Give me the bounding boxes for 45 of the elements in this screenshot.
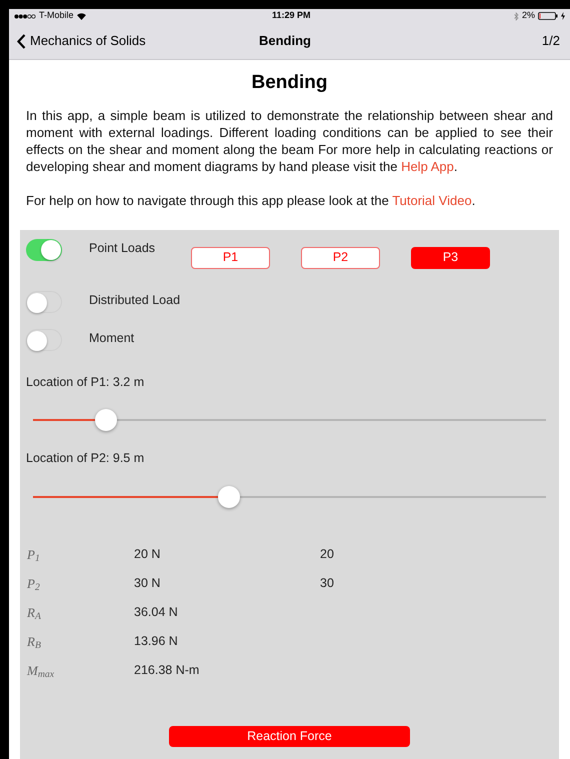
description-paragraph: For help on how to navigate through this app please look at the Tutorial Video. xyxy=(26,192,476,208)
slider-label: Location of P1: 3.2 m xyxy=(26,374,146,390)
math-symbol: R$_{B}$ xyxy=(26,632,42,652)
result-value: 36.04 N xyxy=(134,604,179,622)
back-button[interactable]: Mechanics of Solids xyxy=(17,31,146,51)
toggle-label: Moment xyxy=(89,330,134,346)
toggle-label: Distributed Load xyxy=(89,292,180,308)
math-symbol: M$_{max}$ xyxy=(26,662,56,680)
toggle-switch[interactable] xyxy=(26,238,62,260)
result-value: 20 N xyxy=(134,546,162,564)
carrier-name: T-Mobile xyxy=(39,9,74,22)
signal-icon xyxy=(14,14,36,18)
slider-thumb[interactable] xyxy=(218,486,240,508)
help-link[interactable]: Tutorial Video xyxy=(392,192,472,208)
wifi-icon xyxy=(76,12,86,20)
chevron-left-icon xyxy=(17,34,26,48)
slider-thumb[interactable] xyxy=(95,409,118,432)
math-symbol: P$_{1}$ xyxy=(26,546,41,564)
math-symbol: R$_{A}$ xyxy=(26,604,42,622)
load-value: 30 xyxy=(320,575,334,592)
help-link[interactable]: Help App xyxy=(401,158,454,174)
load-value: 20 xyxy=(320,546,334,564)
load-button[interactable]: P1 xyxy=(191,246,270,268)
slider[interactable] xyxy=(33,486,546,508)
slider-label: Location of P2: 9.5 m xyxy=(26,450,146,468)
load-button[interactable]: P3 xyxy=(411,246,490,268)
status-time: 11:29 PM xyxy=(272,9,311,22)
toggle-switch[interactable] xyxy=(26,328,62,350)
result-value: 13.96 N xyxy=(134,633,179,650)
result-value: 216.38 N-m xyxy=(134,662,200,680)
toggle-label: Point Loads xyxy=(89,240,156,256)
load-button[interactable]: P2 xyxy=(301,246,380,268)
battery-percent: 2% xyxy=(522,9,535,22)
toggle-switch[interactable] xyxy=(26,290,62,312)
reaction-force-button[interactable]: Reaction Force xyxy=(169,726,410,747)
bluetooth-icon xyxy=(514,12,519,20)
description-paragraph: In this app, a simple beam is utilized to demonstrate the relationship between shear and moment with external loadings. Different loading conditions can be applied to see their effects on the shear and moment along the beam For more help in calculating reactions or developing shear and moment diagrams by hand please visit the Help App. xyxy=(26,106,553,174)
battery-icon xyxy=(538,12,558,20)
nav-title: Bending xyxy=(259,32,311,50)
slider[interactable] xyxy=(33,409,546,432)
math-symbol: P$_{2}$ xyxy=(26,574,41,594)
page-indicator: 1/2 xyxy=(542,32,560,50)
result-value: 30 N xyxy=(134,575,162,592)
page-heading: Bending xyxy=(252,71,328,95)
charging-icon xyxy=(561,12,565,20)
